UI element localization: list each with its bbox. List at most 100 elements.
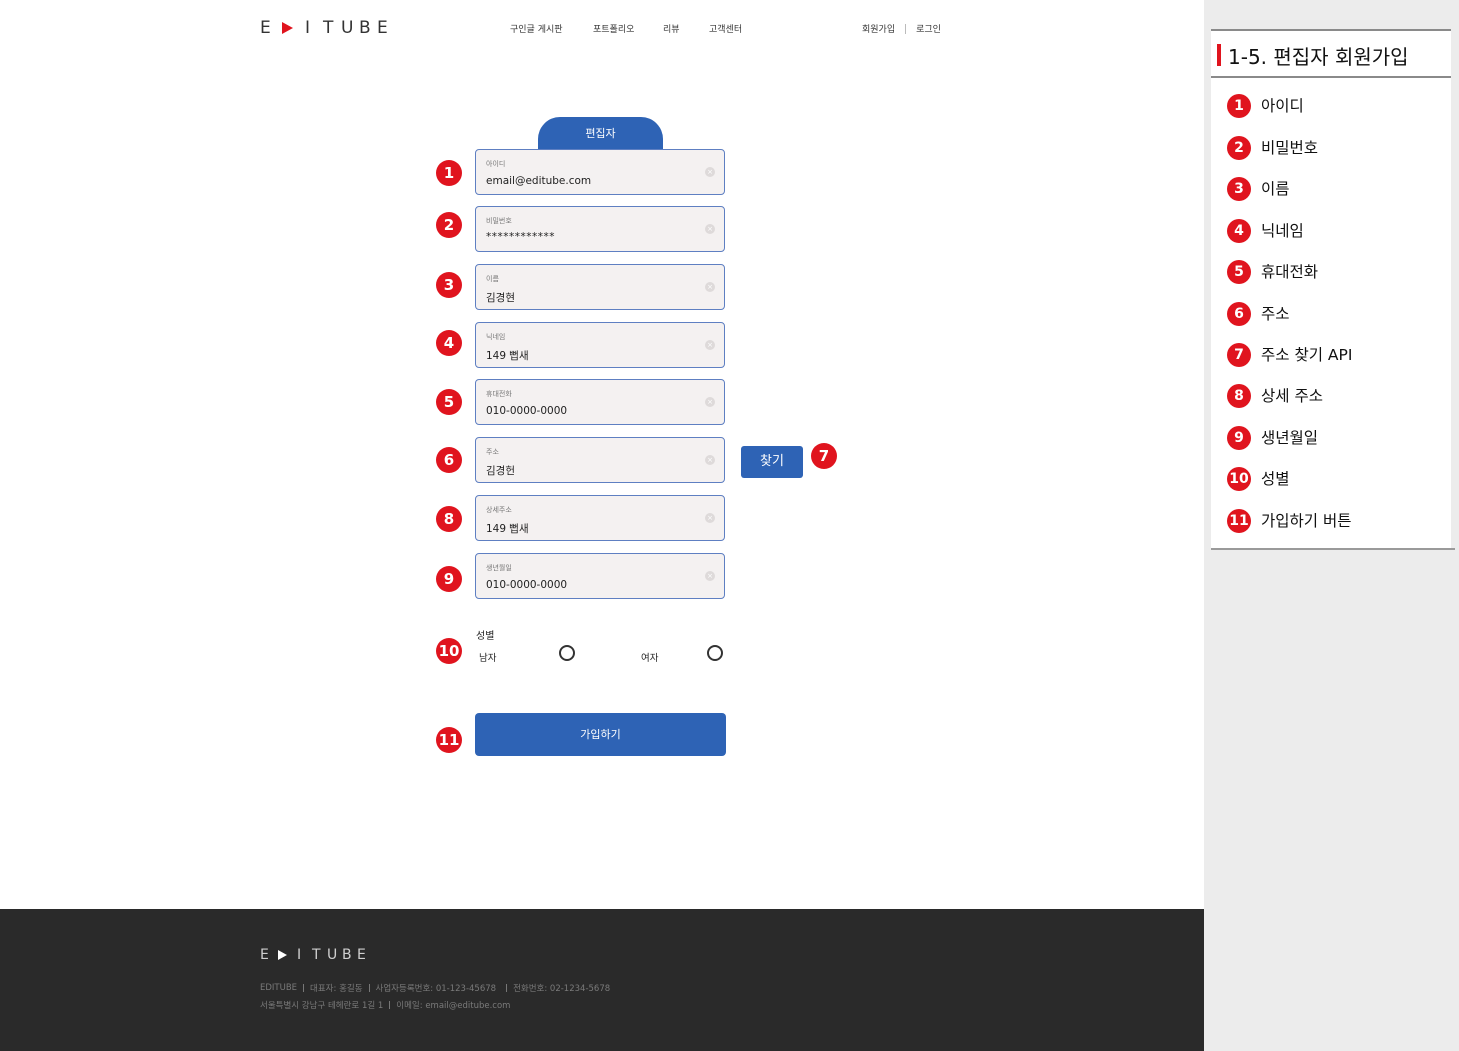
annotation-badge: 5	[1227, 260, 1251, 284]
field-value[interactable]: 010-0000-0000	[486, 579, 567, 591]
divider	[389, 1001, 391, 1009]
annotation-label: 휴대전화	[1261, 263, 1319, 281]
footer-address: 서울특별시 강남구 테헤란로 1길 1	[260, 1001, 384, 1011]
field-label: 아이디	[486, 160, 506, 168]
name-field[interactable]: 이름 김경현 ×	[475, 264, 725, 310]
logo-letter: I	[305, 18, 311, 38]
field-label: 비밀번호	[486, 217, 512, 225]
logo-letter: E	[260, 18, 271, 38]
field-value[interactable]: 149 뻡새	[486, 521, 529, 536]
clear-icon[interactable]: ×	[705, 340, 715, 350]
annotation-badge: 2	[1227, 136, 1251, 160]
phone-field[interactable]: 휴대전화 010-0000-0000 ×	[475, 379, 725, 425]
address-field[interactable]: 주소 김경헌 ×	[475, 437, 725, 483]
join-button[interactable]: 가입하기	[475, 713, 726, 756]
annotation-badge: 5	[436, 389, 462, 415]
logo-letter: U	[341, 18, 354, 38]
field-value[interactable]: 김경현	[486, 290, 515, 305]
clear-icon[interactable]: ×	[705, 282, 715, 292]
annotation-panel: 1-5. 편집자 회원가입 1 아이디 2 비밀번호 3 이름 4 닉네임 5 …	[1204, 0, 1459, 1051]
annotation-badge: 4	[436, 330, 462, 356]
gender-female-radio[interactable]	[707, 645, 723, 661]
annotation-badge: 11	[436, 727, 462, 753]
field-value[interactable]: ************	[486, 231, 555, 243]
annotation-badge: 10	[436, 638, 462, 664]
id-field[interactable]: 아이디 email@editube.com ×	[475, 149, 725, 195]
gender-male-label[interactable]: 남자	[479, 650, 496, 664]
logo-letter: E	[260, 947, 269, 963]
annotation-label: 상세 주소	[1261, 387, 1323, 405]
divider	[506, 984, 508, 992]
clear-icon[interactable]: ×	[705, 397, 715, 407]
gender-female-label[interactable]: 여자	[641, 650, 658, 664]
logo-letter: T	[323, 18, 334, 38]
login-link[interactable]: 로그인	[916, 22, 941, 35]
role-tab-editor[interactable]: 편집자	[538, 117, 663, 151]
annotation-badge: 7	[1227, 343, 1251, 367]
clear-icon[interactable]: ×	[705, 455, 715, 465]
logo-letter: E	[377, 18, 388, 38]
clear-icon[interactable]: ×	[705, 224, 715, 234]
annotation-badge: 9	[436, 566, 462, 592]
play-triangle-icon	[278, 950, 287, 960]
gender-male-radio[interactable]	[559, 645, 575, 661]
clear-icon[interactable]: ×	[705, 167, 715, 177]
nav-item-job-board[interactable]: 구인글 게시판	[510, 22, 563, 35]
logo-letter: U	[327, 947, 338, 963]
detail-address-field[interactable]: 상세주소 149 뻡새 ×	[475, 495, 725, 541]
field-label: 상세주소	[486, 506, 512, 514]
annotation-badge: 7	[811, 443, 837, 469]
annotation-badge: 2	[436, 212, 462, 238]
birthdate-field[interactable]: 생년월일 010-0000-0000 ×	[475, 553, 725, 599]
footer-ceo: 대표자: 홍길동	[310, 984, 363, 994]
field-label: 닉네임	[486, 333, 506, 341]
field-value[interactable]: 010-0000-0000	[486, 405, 567, 417]
divider	[905, 23, 907, 34]
nav-item-review[interactable]: 리뷰	[663, 22, 680, 35]
clear-icon[interactable]: ×	[705, 571, 715, 581]
nickname-field[interactable]: 닉네임 149 뻡새 ×	[475, 322, 725, 368]
field-value[interactable]: 김경헌	[486, 463, 515, 478]
annotation-badge: 11	[1227, 509, 1251, 533]
nav-item-portfolio[interactable]: 포트폴리오	[593, 22, 634, 35]
field-value[interactable]: 149 뻡새	[486, 348, 529, 363]
divider	[1211, 548, 1455, 550]
annotation-label: 아이디	[1261, 97, 1304, 115]
footer-biz-number: 사업자등록번호: 01-123-45678	[375, 984, 497, 994]
annotation-label: 이름	[1261, 180, 1290, 198]
signup-link[interactable]: 회원가입	[862, 22, 895, 35]
annotation-label: 성별	[1261, 470, 1290, 488]
field-value[interactable]: email@editube.com	[486, 175, 591, 187]
clear-icon[interactable]: ×	[705, 513, 715, 523]
annotation-title: 1-5. 편집자 회원가입	[1228, 45, 1409, 69]
accent-bar	[1217, 44, 1221, 66]
field-label: 이름	[486, 275, 499, 283]
annotation-badge: 3	[1227, 177, 1251, 201]
annotation-badge: 6	[1227, 302, 1251, 326]
footer-company-info: EDITUBE 대표자: 홍길동 사업자등록번호: 01-123-45678 전…	[260, 982, 610, 994]
divider	[303, 984, 305, 992]
annotation-label: 생년월일	[1261, 429, 1319, 447]
logo-letter: E	[357, 947, 366, 963]
annotation-header: 1-5. 편집자 회원가입	[1211, 31, 1451, 78]
header-logo[interactable]: E I T U B E	[260, 18, 395, 38]
annotation-label: 주소 찾기 API	[1261, 346, 1353, 364]
auth-links: 회원가입 로그인	[862, 22, 941, 35]
annotation-badge: 8	[436, 506, 462, 532]
logo-letter: B	[342, 947, 352, 963]
annotation-label: 닉네임	[1261, 222, 1304, 240]
annotation-badge: 3	[436, 272, 462, 298]
footer: E I T U B E EDITUBE 대표자: 홍길동 사업자등록번호: 01…	[0, 909, 1204, 1051]
logo-letter: T	[312, 947, 321, 963]
logo-letter: B	[359, 18, 371, 38]
find-address-button[interactable]: 찾기	[741, 446, 803, 478]
annotation-label: 주소	[1261, 305, 1290, 323]
nav-item-support[interactable]: 고객센터	[709, 22, 742, 35]
password-field[interactable]: 비밀번호 ************ ×	[475, 206, 725, 252]
page-main: E I T U B E 구인글 게시판 포트폴리오 리뷰 고객센터 회원가입 로…	[0, 0, 1204, 1051]
logo-letter: I	[297, 947, 302, 963]
divider	[368, 984, 370, 992]
footer-phone: 전화번호: 02-1234-5678	[513, 984, 611, 994]
footer-logo[interactable]: E I T U B E	[260, 947, 372, 963]
annotation-badge: 8	[1227, 384, 1251, 408]
